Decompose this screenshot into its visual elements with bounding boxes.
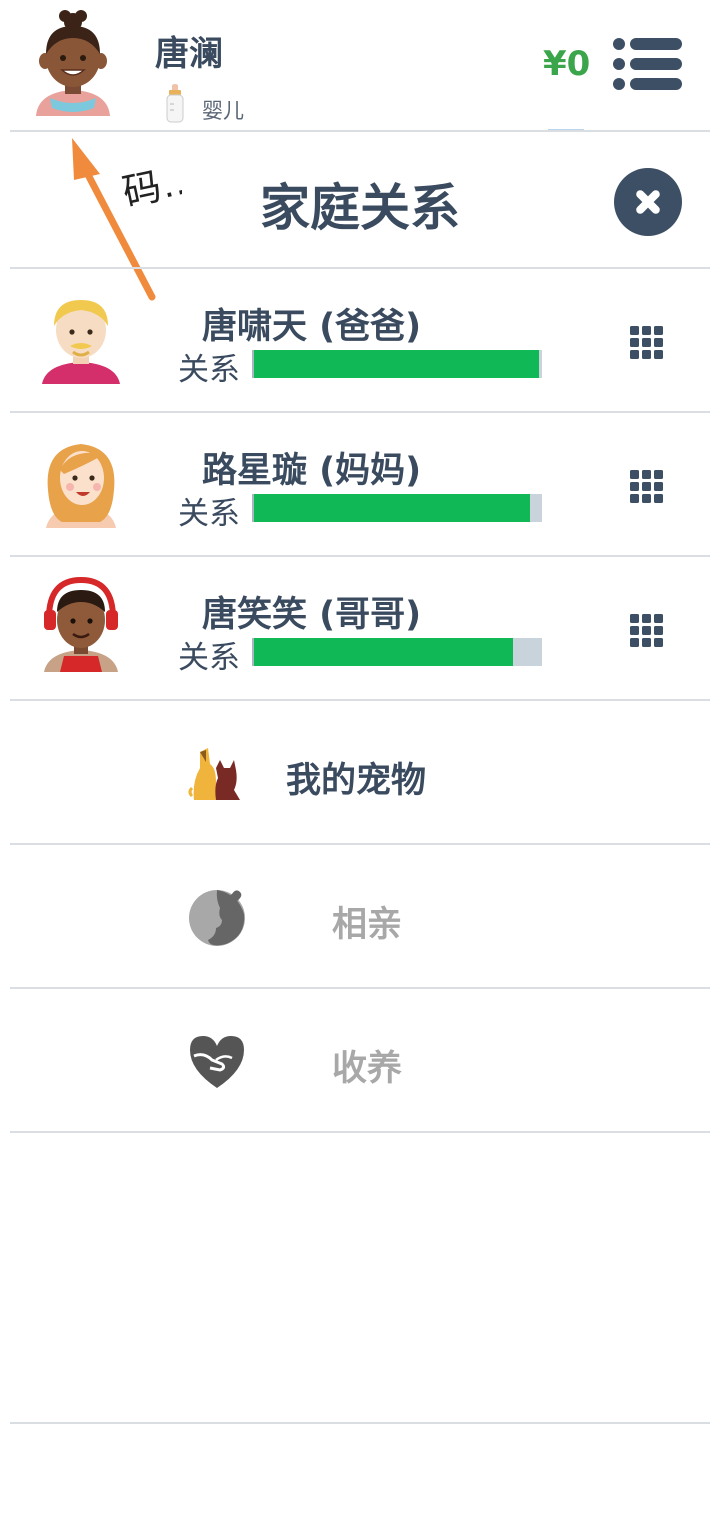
relative-name: 唐笑笑 (哥哥) (202, 595, 422, 635)
relative-name: 唐啸天 (爸爸) (202, 307, 422, 347)
row-divider (10, 411, 710, 413)
my-pets-label: 我的宠物 (286, 761, 427, 801)
relation-bar (252, 350, 542, 378)
grid-menu-icon[interactable] (630, 326, 664, 360)
row-divider (10, 843, 710, 845)
relation-bar (252, 494, 542, 522)
hint-text: 码… (119, 158, 182, 215)
pet-icon (186, 742, 248, 804)
row-divider (10, 987, 710, 989)
player-avatar[interactable] (28, 8, 118, 118)
player-name: 唐澜 (155, 34, 223, 74)
relation-label: 关系 (178, 640, 240, 676)
life-stage-label: 婴儿 (202, 99, 244, 123)
relative-row[interactable]: 唐笑笑 (哥哥) 关系 (10, 558, 710, 700)
row-divider (10, 555, 710, 557)
baby-bottle-icon (164, 84, 186, 124)
money-display: ¥0 (543, 44, 591, 84)
adoption-label: 收养 (332, 1049, 403, 1089)
title-divider (10, 267, 710, 269)
relative-row[interactable]: 唐啸天 (爸爸) 关系 (10, 270, 710, 412)
grid-menu-icon[interactable] (630, 614, 664, 648)
relative-name: 路星璇 (妈妈) (202, 451, 422, 491)
relation-bar-fill (254, 494, 531, 522)
relation-bar-fill (254, 638, 514, 666)
close-button[interactable] (614, 168, 682, 236)
row-divider (10, 1131, 710, 1133)
row-divider (10, 699, 710, 701)
headphones-boy-avatar (40, 574, 122, 674)
relation-label: 关系 (178, 496, 240, 532)
menu-list-icon[interactable] (612, 36, 684, 92)
relation-label: 关系 (178, 352, 240, 388)
my-pets-button[interactable]: 我的宠物 (10, 702, 710, 844)
dating-icon (186, 886, 248, 948)
bottom-divider (10, 1422, 710, 1424)
grid-menu-icon[interactable] (630, 470, 664, 504)
dating-button[interactable]: 相亲 (10, 846, 710, 988)
adoption-heart-icon (186, 1030, 248, 1092)
relative-row[interactable]: 路星璇 (妈妈) 关系 (10, 414, 710, 556)
dating-label: 相亲 (332, 905, 403, 945)
blond-man-avatar (40, 286, 122, 386)
adoption-button[interactable]: 收养 (10, 990, 710, 1132)
red-hair-woman-avatar (40, 430, 122, 530)
relation-bar-fill (254, 350, 540, 378)
relation-bar (252, 638, 542, 666)
